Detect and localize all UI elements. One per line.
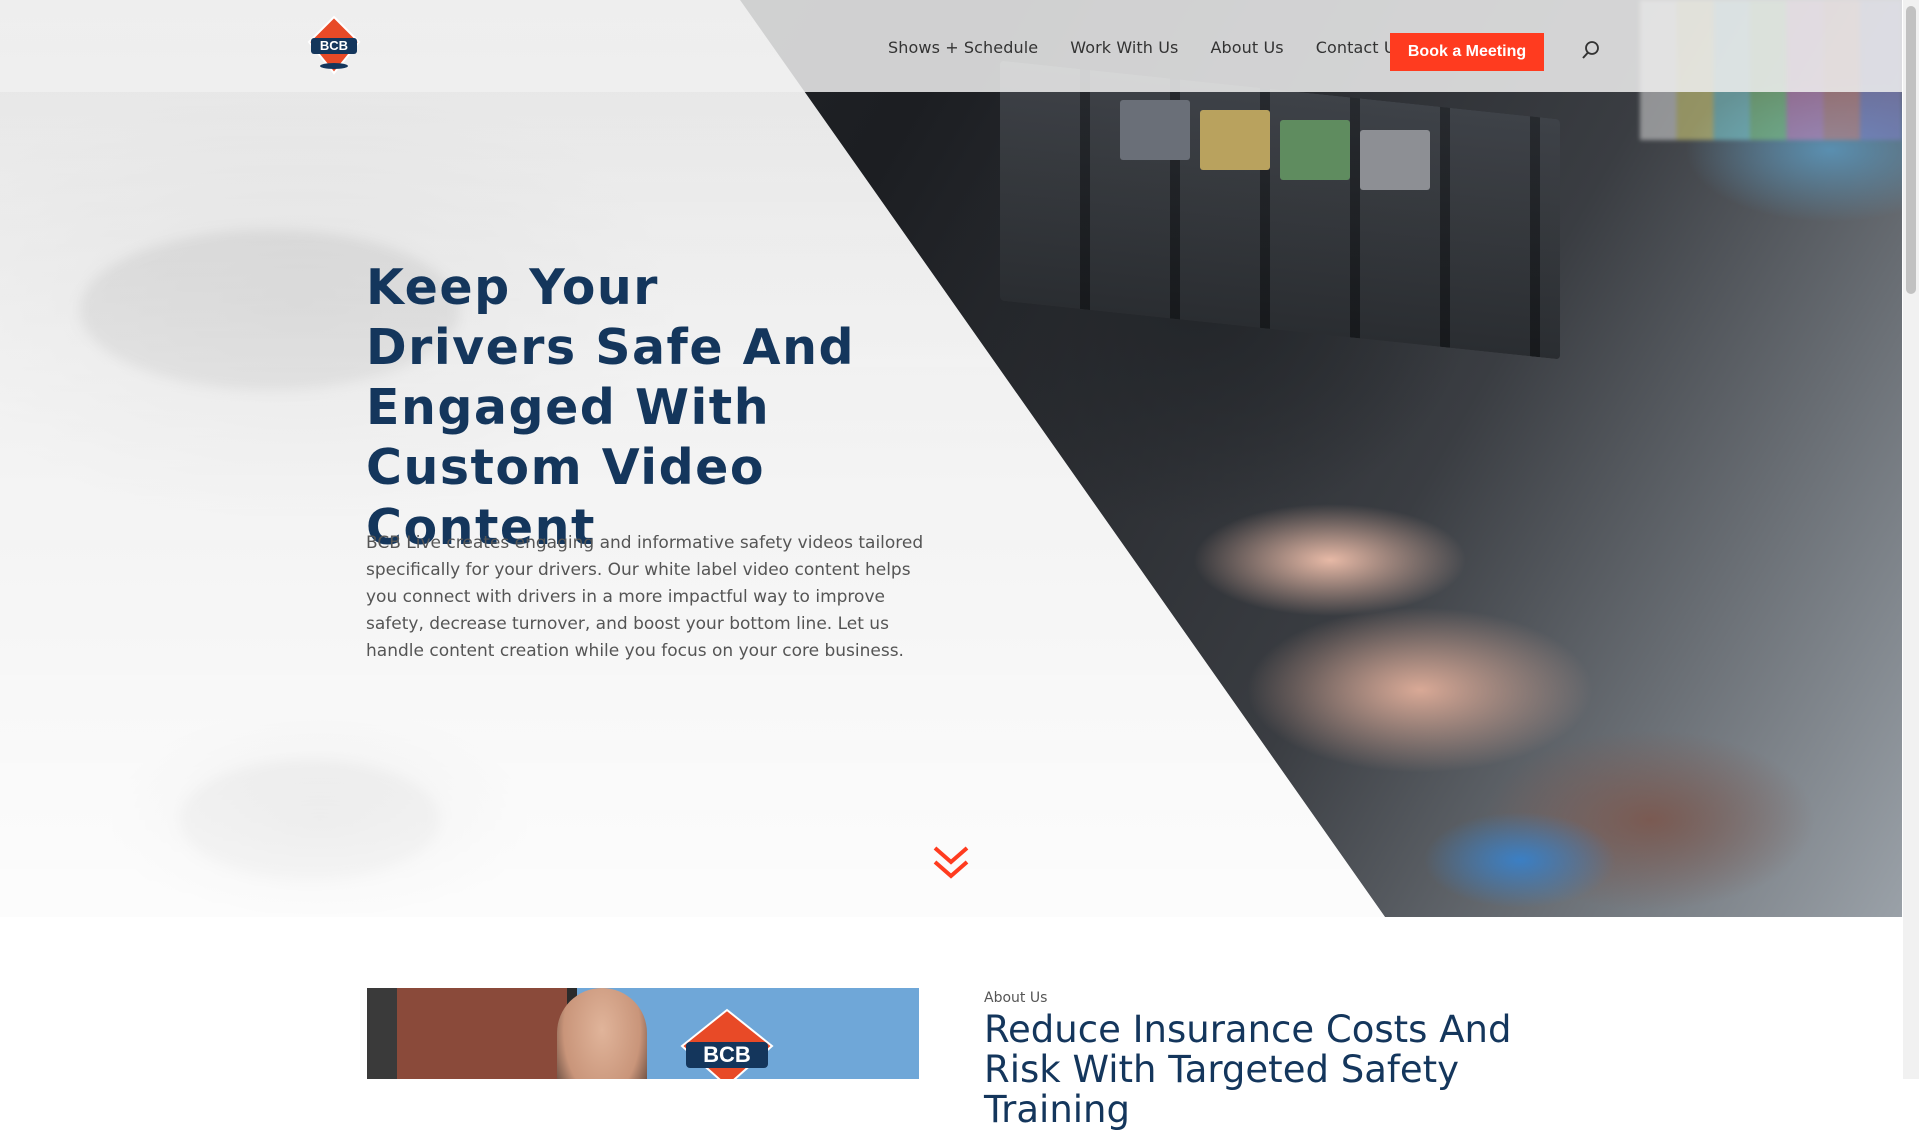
- hero-title: Keep Your Drivers Safe And Engaged With …: [366, 259, 856, 556]
- bcb-logo[interactable]: BCB: [303, 14, 365, 76]
- book-meeting-button[interactable]: Book a Meeting: [1390, 33, 1544, 71]
- screen-thumb: [1360, 130, 1430, 190]
- about-video-thumbnail[interactable]: BCB: [367, 988, 919, 1079]
- about-title: Reduce Insurance Costs And Risk With Tar…: [984, 1008, 1512, 1131]
- bcb-logo: BCB: [680, 1008, 774, 1079]
- site-header: BCB Shows + Schedule Work With Us About …: [0, 0, 1902, 92]
- double-chevron-down-icon[interactable]: [932, 844, 970, 882]
- scrollbar-thumb[interactable]: [1906, 6, 1916, 294]
- nav-shows-schedule[interactable]: Shows + Schedule: [888, 38, 1038, 57]
- hero-description: BCB Live creates engaging and informativ…: [366, 533, 924, 661]
- about-kicker: About Us: [984, 990, 1048, 1006]
- monitor-screen: [1000, 61, 1560, 360]
- svg-text:BCB: BCB: [703, 1042, 751, 1067]
- main-nav: Shows + Schedule Work With Us About Us C…: [888, 38, 1436, 57]
- screen-thumb: [1280, 120, 1350, 180]
- screen-thumb: [1120, 100, 1190, 160]
- screen-thumb: [1200, 110, 1270, 170]
- presenter-image: [557, 988, 647, 1079]
- search-icon[interactable]: [1581, 40, 1601, 60]
- svg-text:BCB: BCB: [320, 38, 348, 53]
- nav-work-with-us[interactable]: Work With Us: [1070, 38, 1178, 57]
- nav-about-us[interactable]: About Us: [1210, 38, 1283, 57]
- hero-section: [0, 0, 1902, 917]
